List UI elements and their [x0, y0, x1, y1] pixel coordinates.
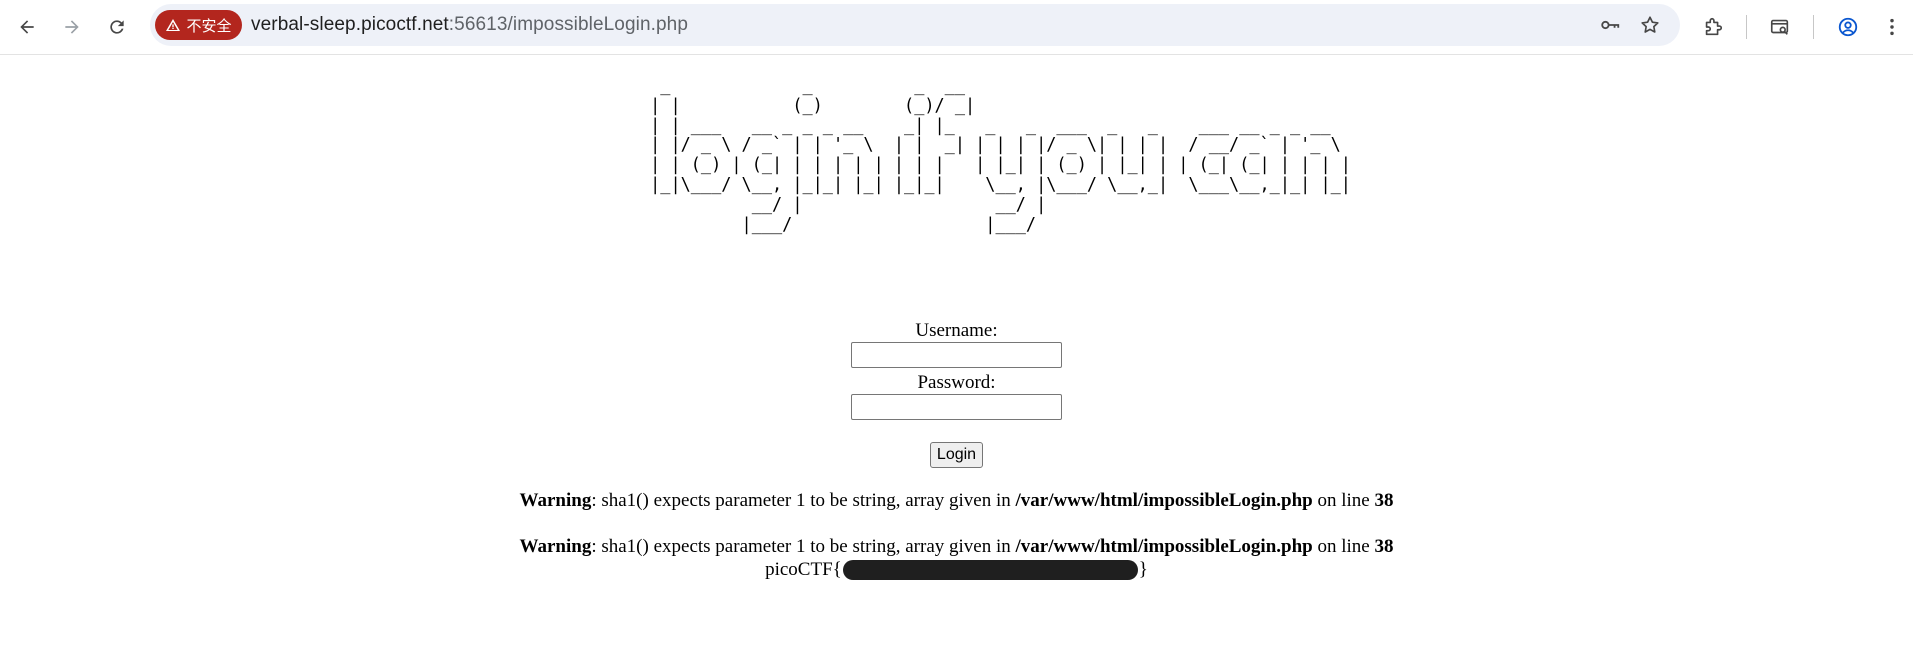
flag-redaction [842, 559, 1138, 580]
toolbar-divider [1746, 15, 1747, 39]
ascii-art-title: _ _ _ __ | | (_) (_)/ _| | | ___ __ _ _ … [650, 76, 1351, 235]
menu-kebab-icon[interactable] [1876, 11, 1908, 43]
flag-line: picoCTF{} [765, 558, 1148, 581]
password-label: Password: [917, 372, 996, 393]
warning-file: /var/www/html/impossibleLogin.php [1015, 490, 1313, 511]
login-button-row: Login [0, 442, 1913, 468]
login-button[interactable]: Login [929, 442, 984, 468]
key-icon[interactable] [1598, 13, 1622, 37]
php-warning: Warning: sha1() expects parameter 1 to b… [0, 489, 1913, 512]
password-input[interactable] [851, 394, 1062, 420]
security-warning-chip[interactable]: 不安全 [155, 10, 242, 40]
username-input[interactable] [851, 342, 1062, 368]
warning-triangle-icon [166, 19, 181, 31]
warning-prefix: Warning [519, 536, 592, 557]
url-host: verbal-sleep.picoctf.net [251, 14, 449, 35]
forward-icon[interactable] [56, 11, 88, 43]
back-icon[interactable] [11, 11, 43, 43]
warning-line-number: 38 [1374, 536, 1394, 557]
warning-message: : sha1() expects parameter 1 to be strin… [591, 536, 1016, 557]
php-warning: Warning: sha1() expects parameter 1 to b… [0, 535, 1913, 558]
warning-on-line: on line [1312, 490, 1375, 511]
reload-icon[interactable] [101, 11, 133, 43]
username-label: Username: [915, 320, 998, 341]
warning-message: : sha1() expects parameter 1 to be strin… [591, 490, 1016, 511]
php-warnings: Warning: sha1() expects parameter 1 to b… [0, 489, 1913, 581]
toolbar-divider [1813, 15, 1814, 39]
flag-suffix: } [1138, 559, 1148, 580]
extensions-icon[interactable] [1697, 11, 1729, 43]
profile-avatar-icon[interactable] [1832, 11, 1864, 43]
login-form: Username: Password: Login [0, 319, 1913, 468]
address-bar[interactable]: 不安全 verbal-sleep.picoctf.net:56613/impos… [150, 4, 1680, 46]
page-content: _ _ _ __ | | (_) (_)/ _| | | ___ __ _ _ … [0, 55, 1913, 651]
flag-prefix: picoCTF{ [765, 559, 842, 580]
url-text[interactable]: verbal-sleep.picoctf.net:56613/impossibl… [251, 4, 688, 46]
warning-file: /var/www/html/impossibleLogin.php [1015, 536, 1313, 557]
warning-line-number: 38 [1374, 490, 1394, 511]
warning-prefix: Warning [519, 490, 592, 511]
browser-toolbar: 不安全 verbal-sleep.picoctf.net:56613/impos… [0, 0, 1913, 55]
security-chip-label: 不安全 [186, 17, 232, 35]
url-path: :56613/impossibleLogin.php [448, 14, 688, 35]
bookmark-star-icon[interactable] [1638, 13, 1662, 37]
tab-search-icon[interactable] [1764, 11, 1796, 43]
warning-on-line: on line [1312, 536, 1375, 557]
